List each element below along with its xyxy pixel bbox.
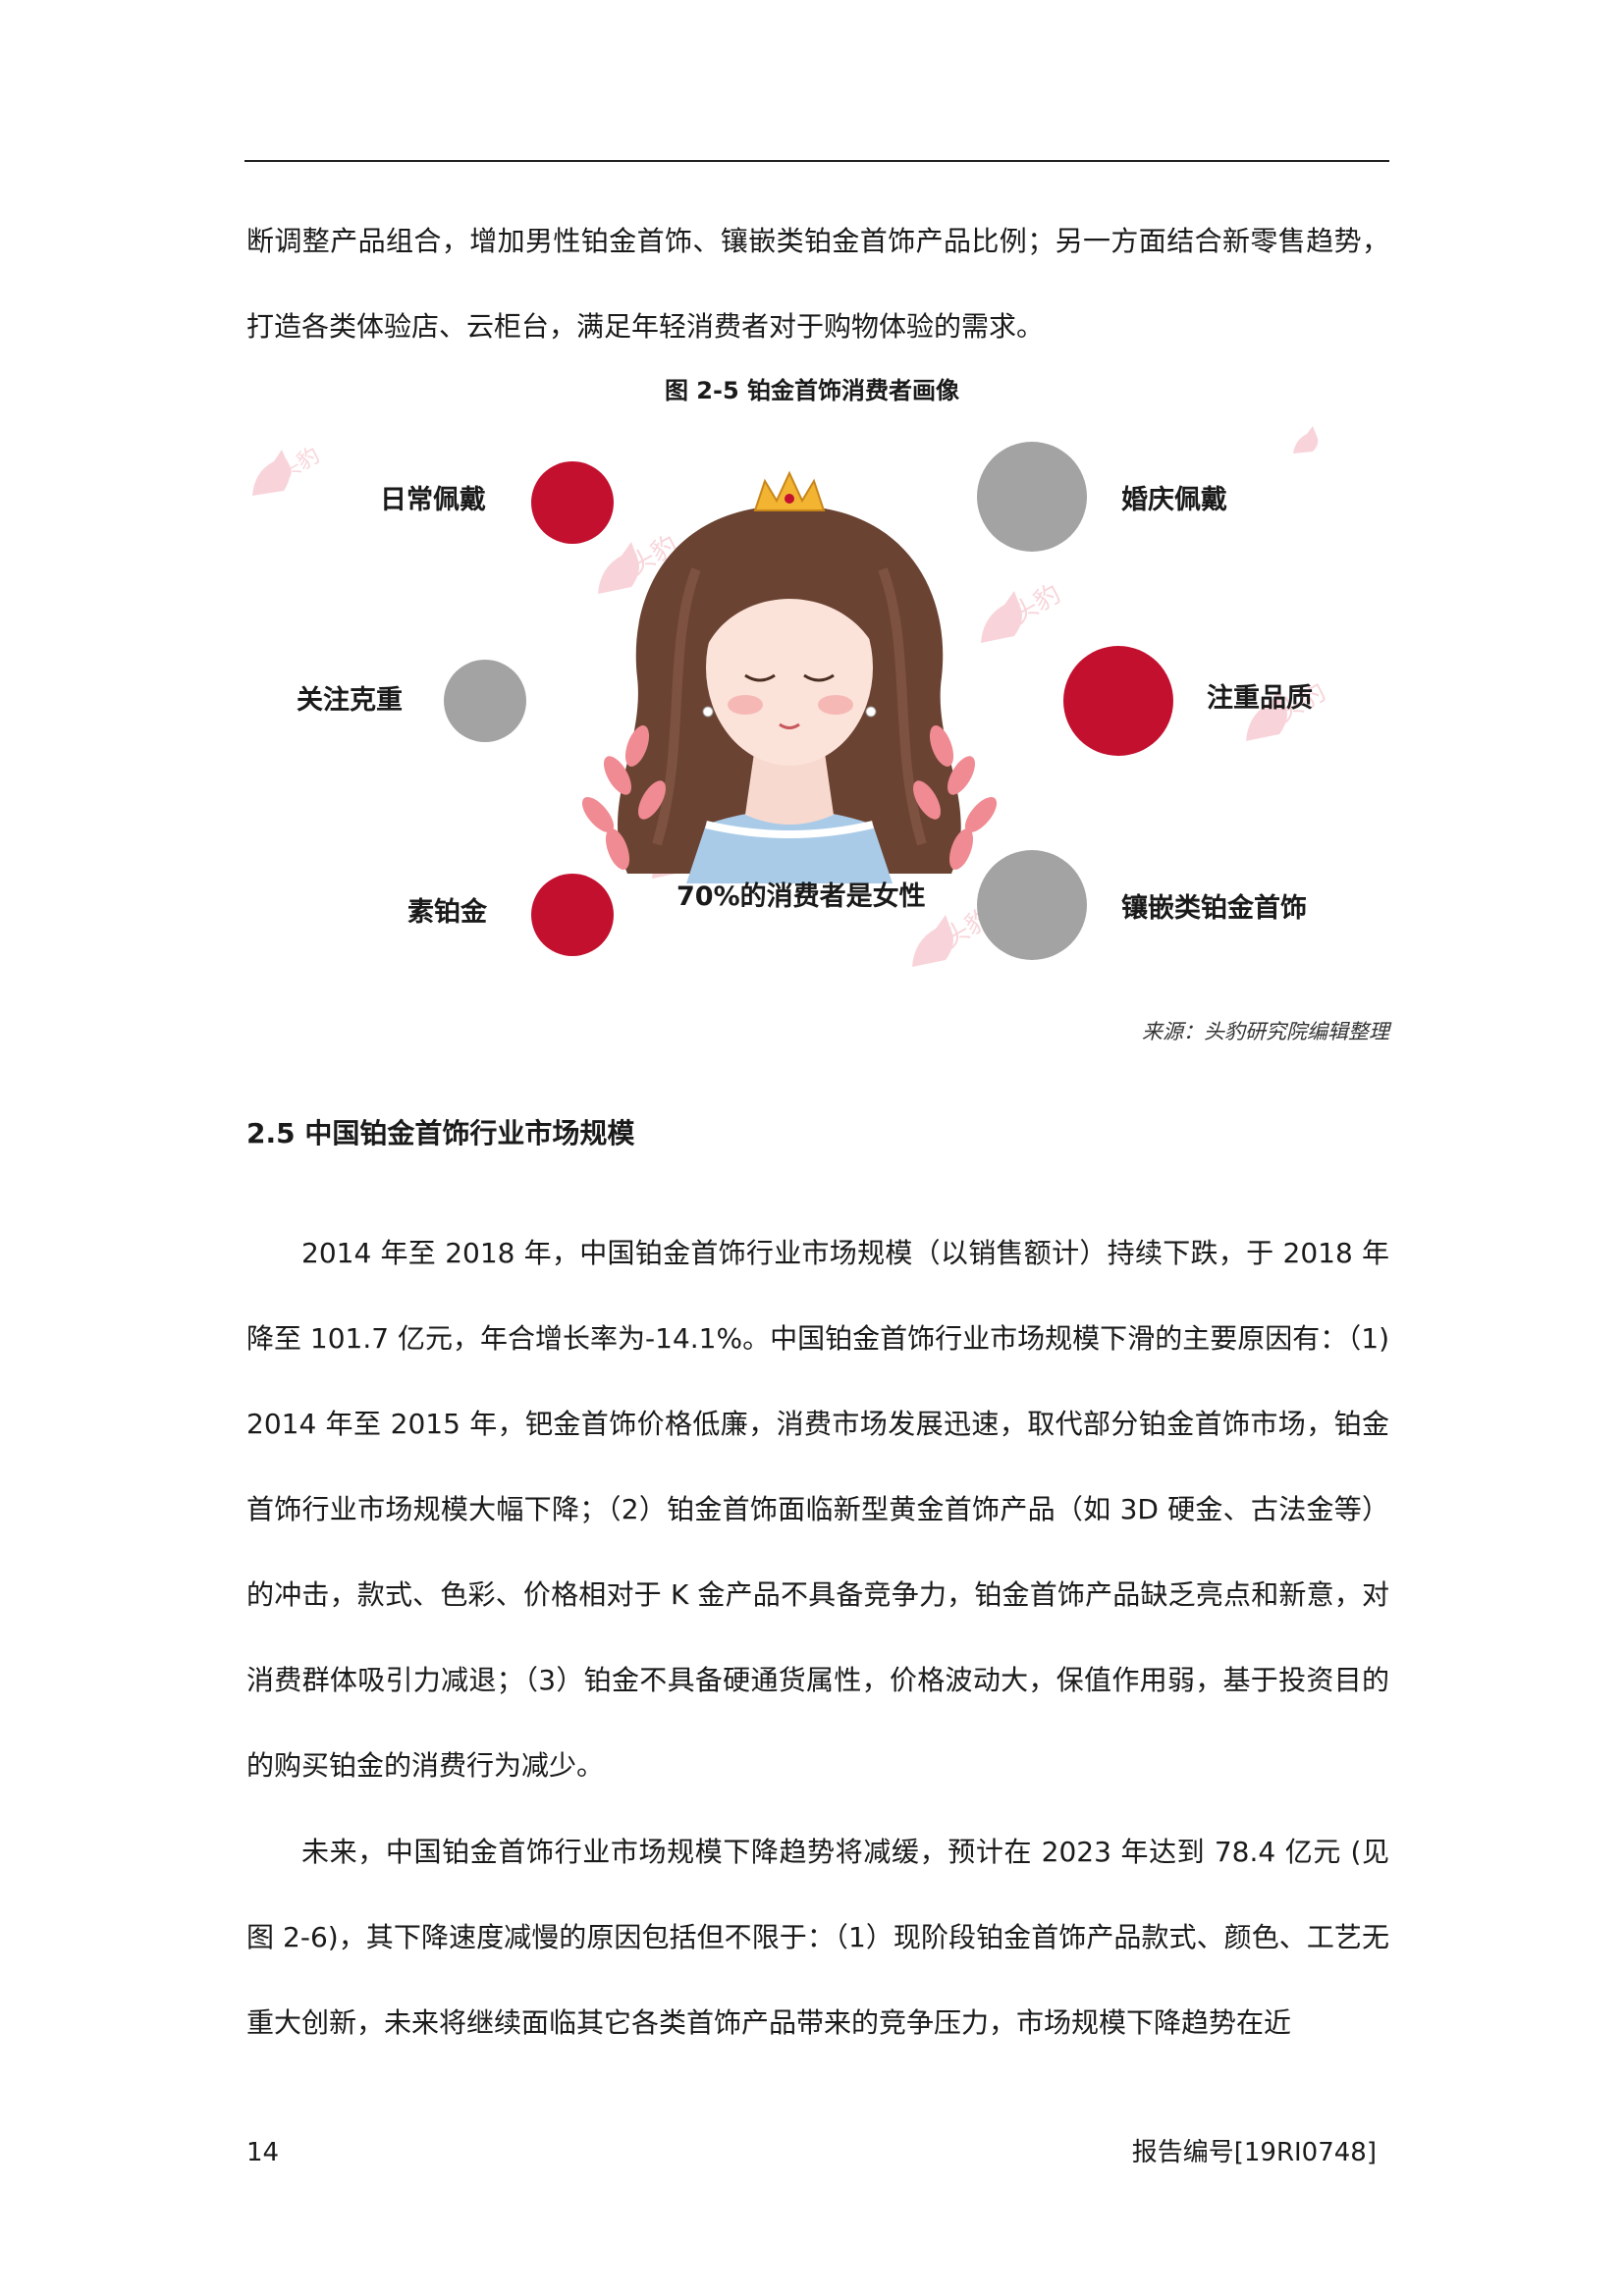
- label-weight-focus: 关注克重: [297, 685, 403, 716]
- indicator-inlaid-platinum: [977, 850, 1087, 960]
- paragraph-market-outlook: 未来，中国铂金首饰行业市场规模下降趋势将减缓，预计在 2023 年达到 78.4…: [246, 1836, 1389, 2039]
- indicator-weight-focus: [444, 660, 526, 742]
- section-heading: 2.5 中国铂金首饰行业市场规模: [246, 1117, 635, 1149]
- label-quality-focus: 注重品质: [1207, 683, 1313, 714]
- header-rule: [244, 160, 1389, 162]
- indicator-plain-platinum: [531, 874, 614, 956]
- paragraph-intro: 断调整产品组合，增加男性铂金首饰、镶嵌类铂金首饰产品比例；另一方面结合新零售趋势…: [246, 225, 1389, 343]
- page-number: 14: [246, 2138, 280, 2167]
- woman-with-crown-illustration: [581, 470, 998, 883]
- indicator-quality-focus: [1063, 646, 1173, 756]
- figure-caption: 图 2-5 铂金首饰消费者画像: [664, 377, 960, 404]
- label-inlaid-platinum: 镶嵌类铂金首饰: [1121, 893, 1307, 924]
- label-wedding-wear: 婚庆佩戴: [1121, 485, 1227, 515]
- paragraph-market-decline: 2014 年至 2018 年，中国铂金首饰行业市场规模（以销售额计）持续下跌，于…: [246, 1237, 1389, 1782]
- consumer-profile-figure: 头豹 头豹 头豹 头豹 头豹 日常佩戴 婚庆佩戴 关注克重 注重品质 素铂金 7…: [244, 422, 1389, 1011]
- indicator-wedding-wear: [977, 442, 1087, 552]
- label-female-share: 70%的消费者是女性: [677, 881, 926, 912]
- label-plain-platinum: 素铂金: [407, 897, 487, 928]
- svg-text:头豹: 头豹: [275, 444, 325, 487]
- watermark-logo: [1293, 426, 1319, 454]
- figure-source: 来源：头豹研究院编辑整理: [1142, 1020, 1389, 1043]
- indicator-daily-wear: [531, 461, 614, 544]
- report-number: 报告编号[19RI0748]: [1131, 2138, 1377, 2167]
- label-daily-wear: 日常佩戴: [380, 485, 486, 515]
- watermark-logo: 头豹: [252, 444, 325, 496]
